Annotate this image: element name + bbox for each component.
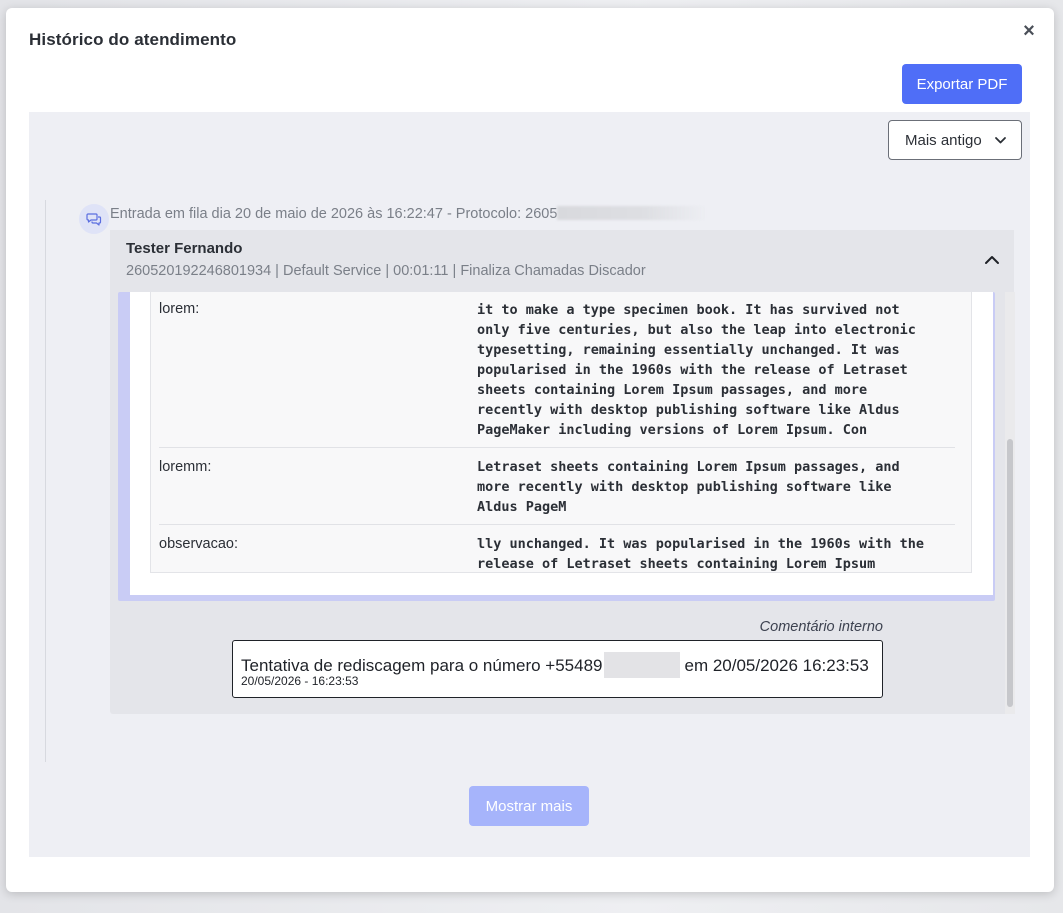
detail-key: observacao: (159, 536, 238, 552)
comment-text-after: em 20/05/2026 16:23:53 (684, 656, 869, 675)
detail-key: lorem: (159, 301, 200, 317)
export-pdf-button[interactable]: Exportar PDF (902, 64, 1022, 104)
modal-title: Histórico do atendimento (29, 30, 237, 49)
chat-bubble-icon (79, 204, 109, 234)
call-details-scroll-area[interactable]: lorem: it to make a type specimen book. … (130, 292, 993, 595)
redacted-phone (604, 652, 681, 678)
card-scrollbar-thumb[interactable] (1007, 439, 1013, 707)
show-more-button[interactable]: Mostrar mais (469, 786, 589, 826)
detail-value: lly unchanged. It was popularised in the… (477, 536, 925, 572)
card-scrollbar[interactable] (1005, 292, 1015, 714)
comment-text-before: Tentativa de rediscagem para o número +5… (241, 656, 603, 675)
call-card: Tester Fernando 260520192246801934 | Def… (110, 230, 1015, 714)
detail-value: Letraset sheets containing Lorem Ipsum p… (477, 459, 900, 515)
queue-entry-header: Entrada em fila dia 20 de maio de 2026 à… (110, 206, 708, 222)
queue-entry-text: Entrada em fila dia 20 de maio de 2026 à… (110, 206, 558, 222)
detail-row: observacao: lly unchanged. It was popula… (159, 525, 955, 572)
agent-name: Tester Fernando (126, 240, 243, 257)
call-details-frame: lorem: it to make a type specimen book. … (118, 292, 995, 601)
call-card-header[interactable]: Tester Fernando 260520192246801934 | Def… (110, 230, 1014, 290)
detail-row: lorem: it to make a type specimen book. … (159, 292, 955, 448)
sort-order-value: Mais antigo (905, 131, 982, 149)
history-modal: Histórico do atendimento × Exportar PDF … (6, 8, 1054, 892)
history-panel: Mais antigo Entrada em fila dia 20 de ma… (29, 112, 1030, 857)
detail-value: it to make a type specimen book. It has … (477, 302, 916, 438)
call-meta: 260520192246801934 | Default Service | 0… (126, 263, 646, 279)
close-icon[interactable]: × (1020, 21, 1038, 41)
call-details-table: lorem: it to make a type specimen book. … (150, 292, 972, 573)
detail-key: loremm: (159, 459, 212, 475)
chevron-down-icon (994, 134, 1007, 151)
detail-row: loremm: Letraset sheets containing Lorem… (159, 448, 955, 525)
internal-comment-box: Tentativa de rediscagem para o número +5… (232, 640, 883, 698)
timeline-line (45, 200, 46, 762)
internal-comment-timestamp: 20/05/2026 - 16:23:53 (241, 674, 359, 688)
redacted-protocol (557, 206, 708, 220)
chevron-up-icon[interactable] (984, 252, 1000, 273)
sort-order-select[interactable]: Mais antigo (888, 120, 1022, 160)
internal-comment-label: Comentário interno (759, 619, 883, 635)
